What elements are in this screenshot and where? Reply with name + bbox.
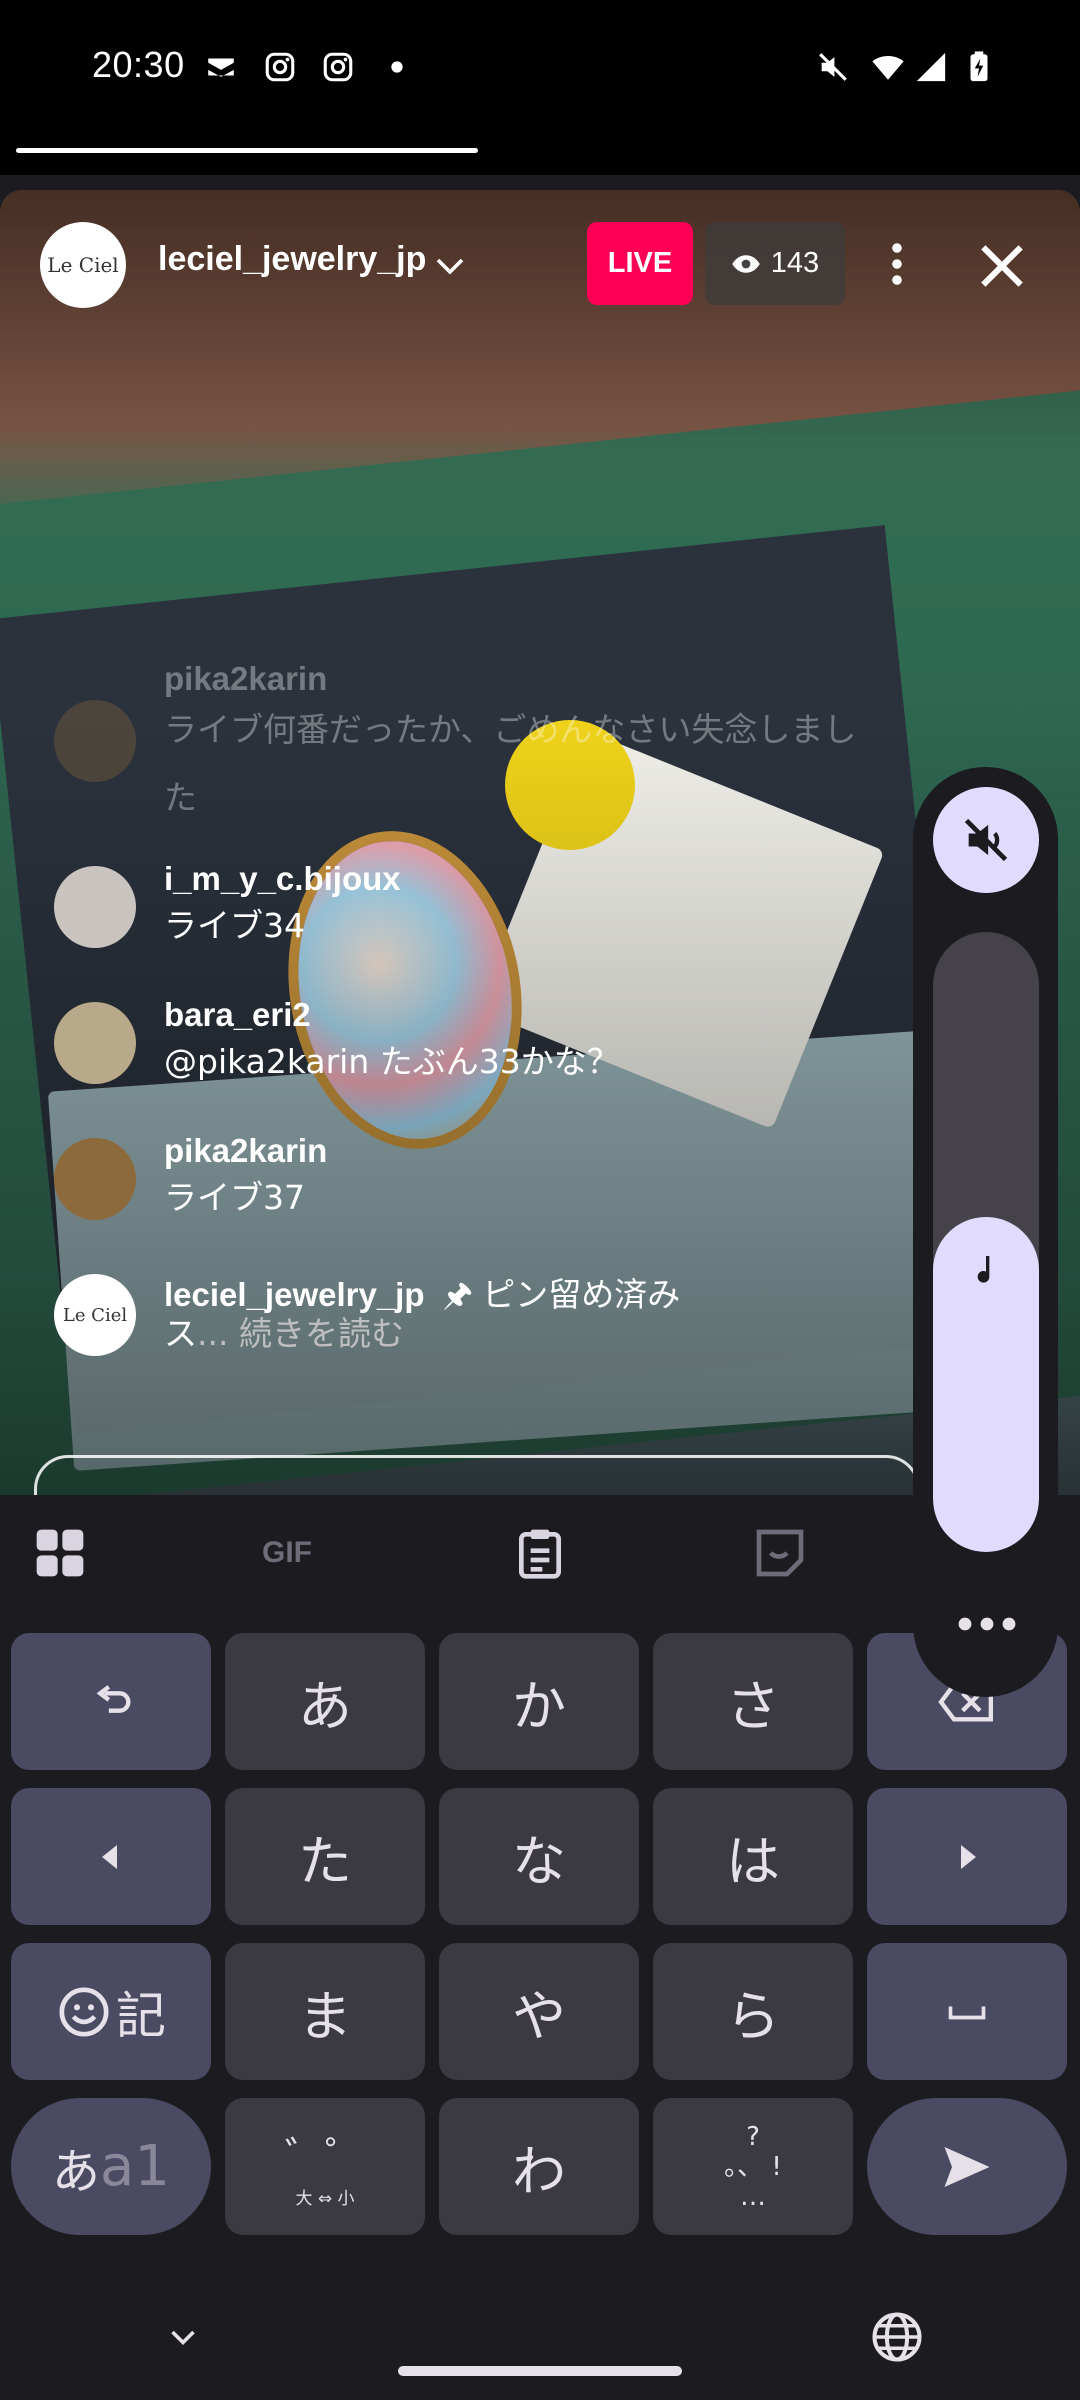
key-ya[interactable]: や: [439, 1943, 639, 2080]
read-more-link[interactable]: ... 続きを読む: [197, 1314, 404, 1353]
mute-icon: [819, 53, 847, 81]
key-sa[interactable]: さ: [653, 1633, 853, 1770]
gif-button[interactable]: GIF: [262, 1525, 342, 1581]
emoji-symbol-key[interactable]: 記: [11, 1943, 211, 2080]
volume-panel: [913, 767, 1058, 1697]
dakuten-size-key[interactable]: ゛゜ 大 ⇔ 小: [225, 2098, 425, 2235]
key-ma[interactable]: ま: [225, 1943, 425, 2080]
status-bar: 20:30: [0, 0, 1080, 175]
key-wa[interactable]: わ: [439, 2098, 639, 2235]
capcut-icon: [208, 58, 234, 77]
eye-icon: [732, 254, 760, 273]
avatar: [54, 866, 136, 948]
caret-left-icon: [102, 1844, 117, 1869]
account-avatar[interactable]: Le Ciel: [40, 222, 126, 308]
key-ra[interactable]: ら: [653, 1943, 853, 2080]
instagram-icon-2: [323, 52, 353, 82]
instagram-icon: [265, 52, 295, 82]
music-note-icon: [977, 1256, 990, 1283]
key-ta[interactable]: た: [225, 1788, 425, 1925]
avatar: [54, 700, 136, 782]
sticker-icon[interactable]: [750, 1525, 810, 1581]
key-ha[interactable]: は: [653, 1788, 853, 1925]
key-ka[interactable]: か: [439, 1633, 639, 1770]
wifi-icon: [872, 56, 904, 80]
emoji-icon: [59, 1987, 109, 2036]
status-time: 20:30: [92, 44, 185, 85]
avatar: [54, 1138, 136, 1220]
story-progress-bar: [16, 148, 478, 153]
space-key[interactable]: [867, 1943, 1067, 2080]
undo-icon: [96, 1684, 131, 1713]
clipboard-icon[interactable]: [510, 1525, 570, 1581]
live-badge: LIVE: [587, 222, 693, 305]
more-options-icon[interactable]: [873, 238, 921, 290]
close-icon[interactable]: [972, 238, 1032, 294]
undo-key[interactable]: [11, 1633, 211, 1770]
input-mode-key[interactable]: あ a1: [11, 2098, 211, 2235]
apps-icon[interactable]: [30, 1525, 90, 1581]
punctuation-key[interactable]: ? 。、 ! …: [653, 2098, 853, 2235]
dot-icon: [391, 61, 403, 73]
volume-level-fill: [933, 1217, 1039, 1552]
avatar: Le Ciel: [54, 1274, 136, 1356]
battery-charging-icon: [970, 51, 988, 82]
caret-right-icon: [961, 1844, 976, 1869]
send-key[interactable]: [867, 2098, 1067, 2235]
cursor-right-key[interactable]: [867, 1788, 1067, 1925]
globe-icon[interactable]: [870, 2310, 924, 2364]
account-name[interactable]: leciel_jewelry_jp: [158, 240, 426, 279]
volume-mute-button[interactable]: [933, 787, 1039, 893]
avatar: [54, 1002, 136, 1084]
signal-icon: [916, 52, 946, 82]
chevron-down-icon[interactable]: [432, 248, 468, 284]
home-handle[interactable]: [398, 2366, 682, 2376]
volume-more-icon[interactable]: [955, 1609, 1019, 1639]
hide-keyboard-icon[interactable]: [160, 2320, 206, 2356]
cursor-left-key[interactable]: [11, 1788, 211, 1925]
volume-slider[interactable]: [933, 932, 1039, 1552]
volume-off-icon: [964, 818, 1008, 862]
key-na[interactable]: な: [439, 1788, 639, 1925]
key-a[interactable]: あ: [225, 1633, 425, 1770]
viewer-count-badge[interactable]: 143: [705, 222, 845, 305]
send-icon: [944, 2146, 990, 2187]
space-icon: [948, 2006, 986, 2019]
viewer-count: 143: [770, 247, 820, 279]
